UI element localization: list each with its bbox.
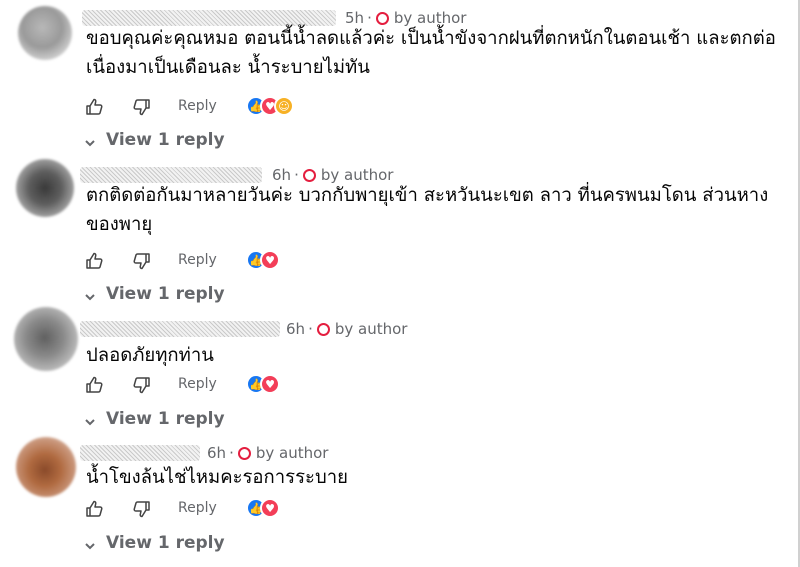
care-reaction-icon: ☺: [274, 96, 294, 116]
comment-text: น้ำโขงล้นไช่ไหมคะรอการระบาย: [86, 467, 348, 488]
reply-button[interactable]: Reply: [178, 252, 217, 268]
reply-button[interactable]: Reply: [178, 376, 217, 392]
comment: 6h · by author ตกติดต่อกันมาหลายวันค่ะ บ…: [0, 159, 798, 306]
reaction-summary[interactable]: 👍 ♥: [246, 498, 280, 518]
separator-dot: ·: [308, 320, 313, 338]
avatar[interactable]: [16, 159, 74, 217]
reply-button[interactable]: Reply: [178, 98, 217, 114]
view-replies-button[interactable]: View 1 reply: [84, 128, 225, 152]
author-badge-icon: [302, 168, 316, 182]
avatar[interactable]: [16, 437, 76, 497]
comment-text: ขอบคุณค่ะคุณหมอ ตอนนี้น้ำลดแล้วค่ะ เป็นน…: [86, 28, 776, 78]
thumbs-down-icon[interactable]: [132, 375, 152, 395]
avatar[interactable]: [14, 307, 78, 371]
comment-meta: 6h · by author: [207, 443, 328, 463]
comment-time[interactable]: 6h: [286, 320, 305, 338]
commenter-name[interactable]: [80, 445, 200, 461]
thumbs-up-icon[interactable]: [84, 97, 104, 117]
thumbs-up-icon[interactable]: [84, 375, 104, 395]
chevron-down-icon: [84, 413, 96, 426]
author-badge-label: by author: [255, 444, 329, 462]
view-replies-label: View 1 reply: [106, 130, 225, 150]
reply-button[interactable]: Reply: [178, 500, 217, 516]
author-badge-icon: [375, 11, 389, 25]
love-reaction-icon: ♥: [260, 498, 280, 518]
thumbs-up-icon[interactable]: [84, 499, 104, 519]
comment: 5h · by author ขอบคุณค่ะคุณหมอ ตอนนี้น้ำ…: [0, 6, 798, 150]
thumbs-down-icon[interactable]: [132, 499, 152, 519]
chevron-down-icon: [84, 537, 96, 550]
view-replies-label: View 1 reply: [106, 284, 225, 304]
view-replies-button[interactable]: View 1 reply: [84, 407, 225, 431]
reaction-summary[interactable]: 👍 ♥: [246, 250, 280, 270]
love-reaction-icon: ♥: [260, 250, 280, 270]
comment-time[interactable]: 6h: [207, 444, 226, 462]
author-badge-label: by author: [334, 320, 408, 338]
comment-text: ตกติดต่อกันมาหลายวันค่ะ บวกกับพายุเข้า ส…: [86, 185, 769, 235]
love-reaction-icon: ♥: [260, 374, 280, 394]
thumbs-down-icon[interactable]: [132, 97, 152, 117]
view-replies-button[interactable]: View 1 reply: [84, 531, 225, 555]
view-replies-label: View 1 reply: [106, 409, 225, 429]
author-badge-icon: [316, 322, 330, 336]
reaction-summary[interactable]: 👍 ♥ ☺: [246, 96, 294, 116]
comment-meta: 6h · by author: [286, 319, 407, 339]
comment: 6h · by author ปลอดภัยทุกท่าน Reply 👍 ♥ …: [0, 307, 798, 434]
comment-text: ปลอดภัยทุกท่าน: [86, 345, 214, 366]
reaction-summary[interactable]: 👍 ♥: [246, 374, 280, 394]
thumbs-down-icon[interactable]: [132, 251, 152, 271]
chevron-down-icon: [84, 134, 96, 147]
author-badge-icon: [237, 446, 251, 460]
view-replies-label: View 1 reply: [106, 533, 225, 553]
separator-dot: ·: [229, 444, 234, 462]
chevron-down-icon: [84, 288, 96, 301]
thumbs-up-icon[interactable]: [84, 251, 104, 271]
view-replies-button[interactable]: View 1 reply: [84, 282, 225, 306]
commenter-name[interactable]: [80, 321, 280, 337]
comment: 6h · by author น้ำโขงล้นไช่ไหมคะรอการระบ…: [0, 437, 798, 558]
avatar[interactable]: [18, 6, 72, 60]
